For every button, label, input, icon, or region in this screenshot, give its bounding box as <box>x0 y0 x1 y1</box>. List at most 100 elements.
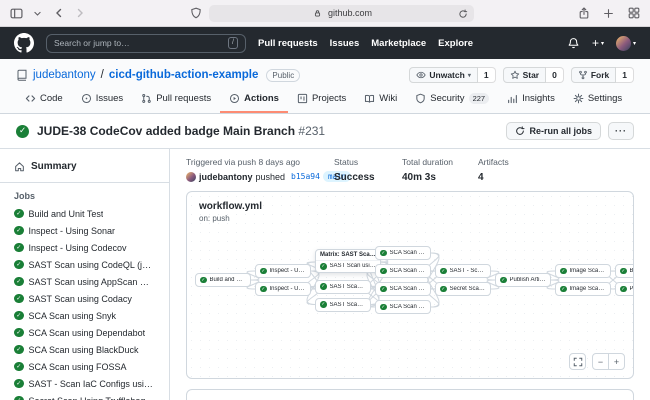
watch-count: 1 <box>478 67 496 83</box>
run-title: JUDE-38 CodeCov added badge Main Branch … <box>37 124 325 138</box>
sidebar-job-item[interactable]: SAST Scan using Codacy <box>0 290 169 307</box>
workflow-graph-node[interactable]: Publish Artifact to JFrog Artifactory <box>495 273 551 287</box>
sidebar-job-item[interactable]: SAST - Scan IaC Configs using Snyk <box>0 375 169 392</box>
workflow-graph-node[interactable]: Image Scan using Snyk <box>555 282 611 296</box>
run-number: #231 <box>298 124 325 138</box>
new-tab-icon[interactable] <box>602 7 615 20</box>
tab-code[interactable]: Code <box>16 87 72 113</box>
tab-issues[interactable]: Issues <box>72 87 132 113</box>
workflow-graph-node[interactable]: Build Docker Image <box>615 264 634 278</box>
matrix-node[interactable]: Matrix: SAST Scan using CodeQLSAST Scan … <box>315 249 381 274</box>
workflow-graph-node[interactable]: SAST - Scan IaC Configs using Snyk <box>435 264 491 278</box>
user-menu[interactable]: ▾ <box>616 36 636 51</box>
tab-actions[interactable]: Actions <box>220 87 288 113</box>
sidebar-summary[interactable]: Summary <box>0 156 169 177</box>
search-input[interactable]: Search or jump to… / <box>46 34 246 53</box>
nav-pull-requests[interactable]: Pull requests <box>258 38 318 49</box>
zoom-in-button[interactable]: + <box>608 353 625 370</box>
commit-sha[interactable]: b15a94 <box>291 172 320 181</box>
create-new-button[interactable]: +▾ <box>592 36 604 50</box>
rerun-all-jobs-button[interactable]: Re-run all jobs <box>506 122 601 140</box>
sidebar-job-item[interactable]: Secret Scan Using Trufflehog <box>0 392 169 400</box>
github-header: Search or jump to… / Pull requests Issue… <box>0 27 650 59</box>
notifications-bell-icon[interactable] <box>567 37 580 50</box>
zoom-out-button[interactable]: − <box>592 353 609 370</box>
tab-pull-requests[interactable]: Pull requests <box>132 87 220 113</box>
check-icon <box>620 286 627 293</box>
star-button[interactable]: Star 0 <box>503 67 564 83</box>
sidebar-job-item[interactable]: Inspect - Using Sonar <box>0 222 169 239</box>
privacy-shield-icon[interactable] <box>189 7 202 20</box>
node-label: SCA Scan using FOSSA <box>390 304 427 310</box>
share-icon[interactable] <box>577 7 590 20</box>
repo-name-link[interactable]: cicd-github-action-example <box>109 69 259 81</box>
sidebar-job-item[interactable]: SAST Scan using AppScan CodeSweep <box>0 273 169 290</box>
caret-down-icon: ▾ <box>468 72 471 79</box>
job-label: SAST Scan using CodeQL (java) <box>29 260 156 270</box>
workflow-graph-node[interactable]: SAST Scan using Codacy <box>315 298 371 312</box>
duration-value: 40m 3s <box>402 172 472 183</box>
node-label: Push Docker Image <box>630 286 635 292</box>
run-header: JUDE-38 CodeCov added badge Main Branch … <box>0 114 650 149</box>
repo-tabs: Code Issues Pull requests Actions Projec… <box>16 87 634 113</box>
sidebar-job-item[interactable]: SCA Scan using Dependabot <box>0 324 169 341</box>
node-label: SCA Scan using BlackDuck <box>390 286 427 292</box>
workflow-graph-node[interactable]: Push Docker Image <box>615 282 634 296</box>
matrix-job-label: SAST Scan using CodeQL (java) <box>330 263 377 269</box>
actor-name[interactable]: judebantony <box>199 172 253 182</box>
tab-overview-icon[interactable] <box>627 7 640 20</box>
sidebar-job-item[interactable]: SCA Scan using Snyk <box>0 307 169 324</box>
reload-icon[interactable] <box>456 8 469 21</box>
workflow-graph-node[interactable]: Image Scan using Grype <box>555 264 611 278</box>
check-icon <box>380 268 387 275</box>
node-label: Secret Scan Using Trufflehog <box>450 286 487 292</box>
check-icon <box>14 226 24 236</box>
sidebar-job-item[interactable]: SAST Scan using CodeQL (java) <box>0 256 169 273</box>
workflow-file-name[interactable]: workflow.yml <box>199 201 262 212</box>
repo-owner-link[interactable]: judebantony <box>33 69 96 81</box>
sidebar-job-item[interactable]: SCA Scan using BlackDuck <box>0 341 169 358</box>
fork-button[interactable]: Fork 1 <box>571 67 634 83</box>
sidebar-job-item[interactable]: Inspect - Using Codecov <box>0 239 169 256</box>
tab-insights[interactable]: Insights <box>498 87 564 113</box>
visibility-badge: Public <box>266 69 300 82</box>
workflow-graph-node[interactable]: SCA Scan using FOSSA <box>375 300 431 314</box>
artifacts-value[interactable]: 4 <box>478 172 540 183</box>
run-options-kebab-button[interactable]: ··· <box>608 122 634 140</box>
caret-down-icon: ▾ <box>601 40 604 47</box>
chevron-down-icon[interactable] <box>31 7 44 20</box>
github-logo[interactable] <box>14 33 34 53</box>
fullscreen-icon <box>573 357 583 367</box>
forward-icon[interactable] <box>73 7 86 20</box>
nav-explore[interactable]: Explore <box>438 38 473 49</box>
workflow-graph-node[interactable]: SAST Scan using AppScan CodeSweep <box>315 280 371 294</box>
tab-projects[interactable]: Projects <box>288 87 355 113</box>
nav-issues[interactable]: Issues <box>330 38 360 49</box>
nav-marketplace[interactable]: Marketplace <box>371 38 426 49</box>
tab-settings[interactable]: Settings <box>564 87 631 113</box>
check-icon <box>440 268 447 275</box>
watch-button[interactable]: Unwatch▾ 1 <box>409 67 495 83</box>
workflow-graph-node[interactable]: Build and Unit Test <box>195 273 251 287</box>
workflow-graph-node[interactable]: SCA Scan using Dependabot <box>375 264 431 278</box>
sidebar-job-item[interactable]: Build and Unit Test <box>0 205 169 222</box>
workflow-graph-node[interactable]: SCA Scan using Snyk <box>375 246 431 260</box>
search-placeholder: Search or jump to… <box>54 38 130 48</box>
sidebar-toggle-icon[interactable] <box>10 7 23 20</box>
sidebar-job-item[interactable]: SCA Scan using FOSSA <box>0 358 169 375</box>
tab-security[interactable]: Security 227 <box>406 87 498 113</box>
back-icon[interactable] <box>52 7 65 20</box>
node-label: SCA Scan using Snyk <box>390 250 427 256</box>
workflow-graph-node[interactable]: Inspect - Using Codecov <box>255 282 311 296</box>
workflow-graph-node[interactable]: SCA Scan using BlackDuck <box>375 282 431 296</box>
check-icon <box>560 268 567 275</box>
tab-wiki[interactable]: Wiki <box>355 87 406 113</box>
job-label: SCA Scan using Dependabot <box>29 328 146 338</box>
workflow-graph-node[interactable]: Secret Scan Using Trufflehog <box>435 282 491 296</box>
jobs-heading: Jobs <box>0 188 169 205</box>
fullscreen-button[interactable] <box>569 353 586 370</box>
workflow-graph-node[interactable]: Inspect - Using Sonar <box>255 264 311 278</box>
check-icon <box>320 301 327 308</box>
address-bar[interactable]: github.com <box>209 5 474 22</box>
job-label: Inspect - Using Sonar <box>29 226 116 236</box>
